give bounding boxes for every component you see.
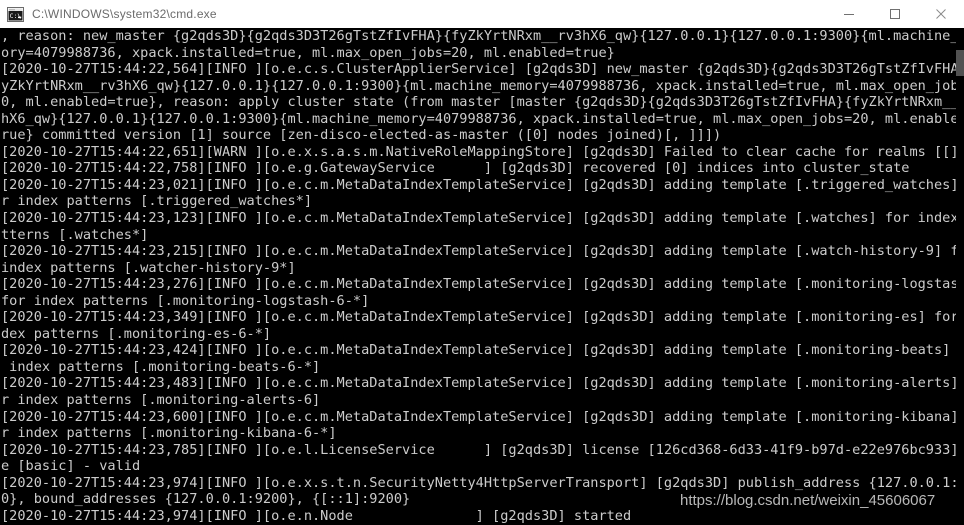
close-button[interactable] — [918, 0, 964, 28]
console-scrollbar-thumb[interactable] — [956, 50, 964, 76]
maximize-icon — [890, 9, 900, 19]
minimize-icon — [844, 14, 854, 15]
console-app-icon: C:\ — [7, 6, 24, 22]
titlebar-left-group: C:\ C:\WINDOWS\system32\cmd.exe — [0, 0, 217, 28]
window-titlebar[interactable]: C:\ C:\WINDOWS\system32\cmd.exe — [0, 0, 964, 28]
console-output-area[interactable]: , reason: new_master {g2qds3D}{g2qds3D3T… — [0, 28, 964, 525]
minimize-button[interactable] — [826, 0, 872, 28]
cmd-console-window: C:\ C:\WINDOWS\system32\cmd.exe , reason… — [0, 0, 964, 525]
window-caption-buttons — [826, 0, 964, 28]
close-icon — [936, 9, 946, 19]
console-scrollbar-track[interactable] — [956, 28, 964, 525]
maximize-button[interactable] — [872, 0, 918, 28]
svg-text:C:\: C:\ — [10, 12, 22, 20]
window-title-text: C:\WINDOWS\system32\cmd.exe — [32, 7, 217, 21]
console-log-text: , reason: new_master {g2qds3D}{g2qds3D3T… — [1, 28, 964, 524]
